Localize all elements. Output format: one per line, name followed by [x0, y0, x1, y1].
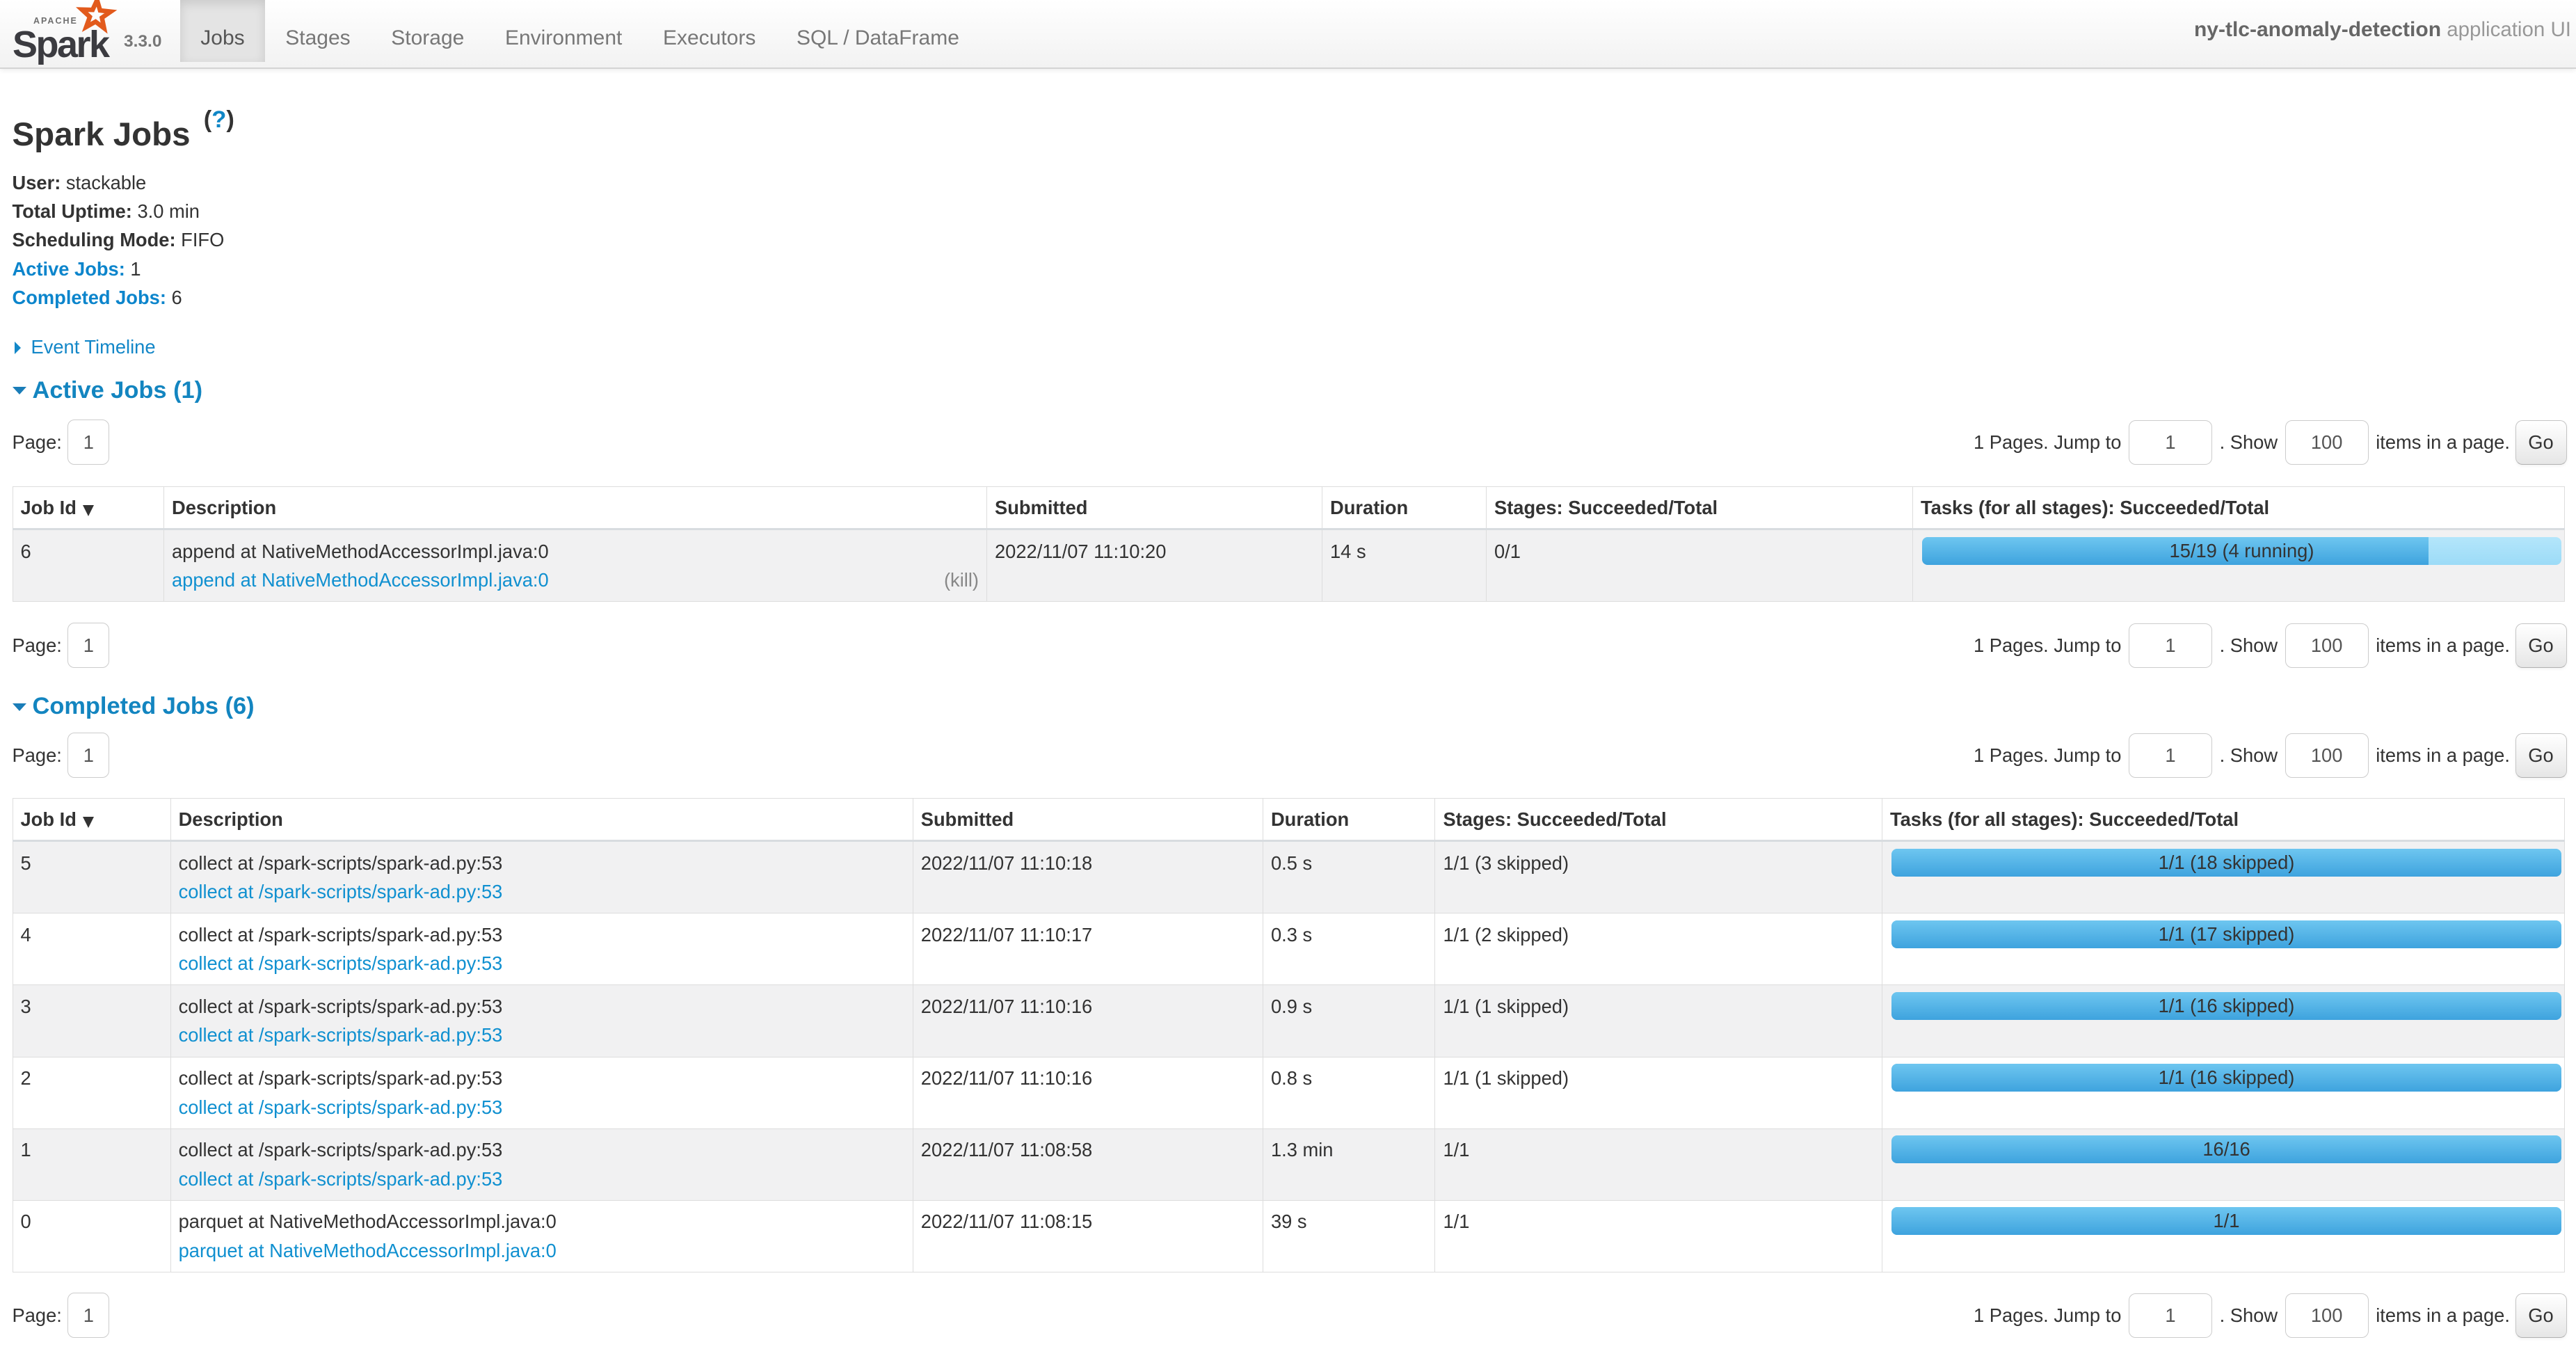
svg-text:Spark: Spark	[13, 24, 111, 65]
